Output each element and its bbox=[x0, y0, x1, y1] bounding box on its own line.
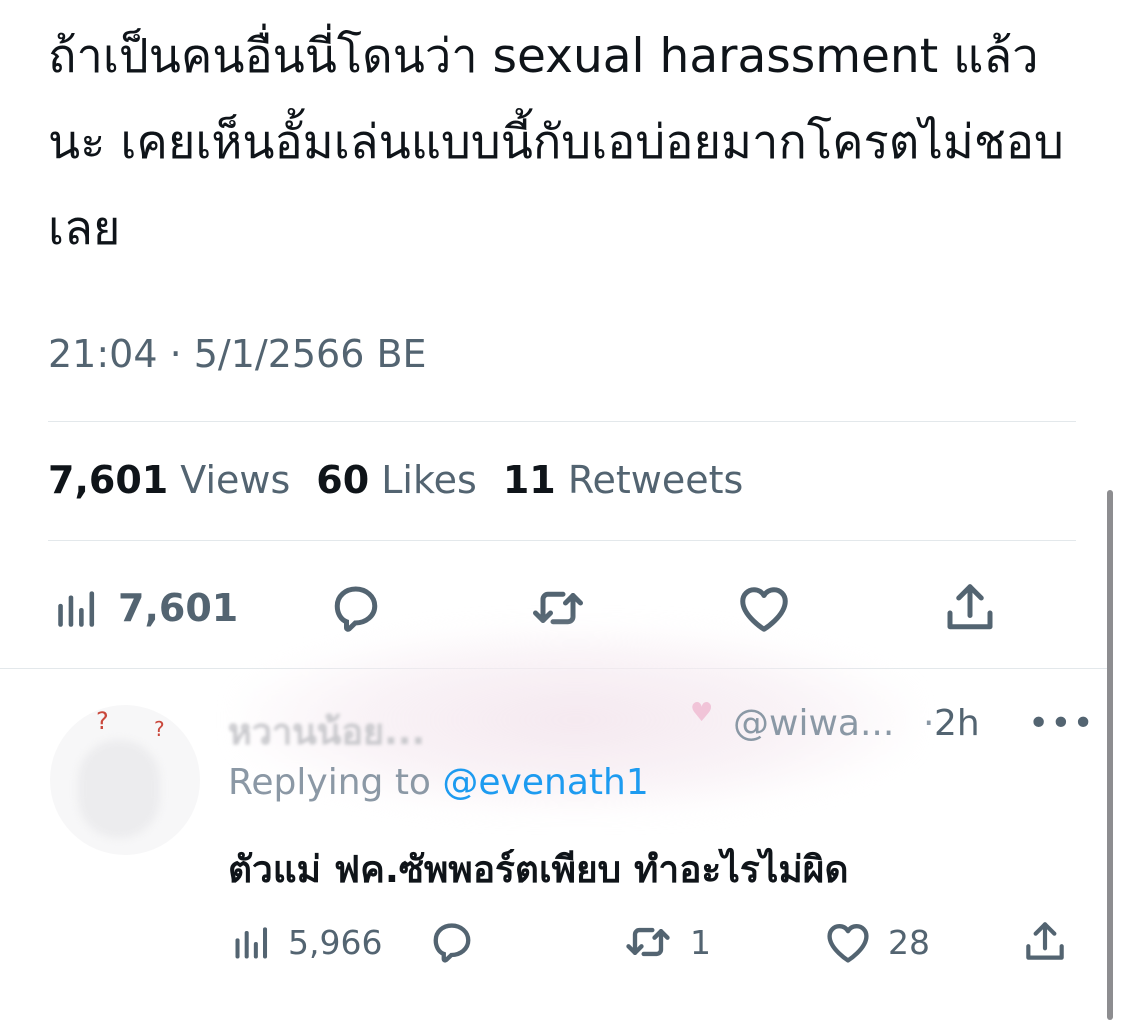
share-icon bbox=[1020, 917, 1070, 967]
reply-views-button[interactable]: 5,966 bbox=[230, 912, 382, 972]
tweet-action-bar: 7,601 bbox=[48, 570, 1048, 646]
reply-text: ตัวแม่ ฟค.ซัพพอร์ตเพียบ ทำอะไรไม่ผิด bbox=[228, 848, 849, 891]
reply-share-button[interactable] bbox=[1020, 912, 1070, 972]
share-button[interactable] bbox=[940, 570, 1000, 646]
views-button[interactable]: 7,601 bbox=[52, 570, 238, 646]
tweet-stats: 7,601 Views 60 Likes 11 Retweets bbox=[48, 458, 743, 502]
reply-like-count: 28 bbox=[888, 922, 930, 962]
views-icon bbox=[230, 920, 274, 964]
divider bbox=[48, 421, 1076, 422]
reply-header: หวานน้อย... @wiwa... · 2h ••• bbox=[228, 703, 1094, 753]
replying-to-label: Replying to bbox=[228, 762, 443, 803]
retweets-stat-count: 11 bbox=[502, 458, 556, 502]
reply-action-bar: 5,966 1 28 bbox=[228, 912, 1078, 972]
views-icon bbox=[52, 583, 102, 633]
reply-time[interactable]: 2h bbox=[934, 703, 980, 744]
scrollbar[interactable] bbox=[1107, 490, 1113, 1020]
like-icon bbox=[822, 916, 874, 968]
likes-stat-label: Likes bbox=[381, 458, 477, 502]
divider bbox=[0, 668, 1110, 669]
views-stat-count: 7,601 bbox=[48, 458, 169, 502]
reply-retweet-button[interactable]: 1 bbox=[620, 912, 711, 972]
reply-icon bbox=[326, 578, 386, 638]
retweets-stat-label: Retweets bbox=[567, 458, 744, 502]
reply-icon bbox=[426, 916, 478, 968]
views-stat[interactable]: 7,601 Views bbox=[48, 458, 290, 502]
replying-to: Replying to @evenath1 bbox=[228, 762, 649, 803]
retweet-button[interactable] bbox=[526, 570, 590, 646]
likes-stat[interactable]: 60 Likes bbox=[316, 458, 477, 502]
reply-reply-button[interactable] bbox=[426, 912, 478, 972]
reply-button[interactable] bbox=[326, 570, 386, 646]
divider bbox=[48, 540, 1076, 541]
views-stat-label: Views bbox=[180, 458, 291, 502]
tweet-text: ถ้าเป็นคนอื่นนี่โดนว่า sexual harassment… bbox=[48, 29, 1064, 256]
header-separator: · bbox=[923, 703, 935, 744]
retweet-icon bbox=[526, 578, 590, 638]
like-icon bbox=[734, 578, 794, 638]
question-mark-icon: ? bbox=[96, 707, 109, 735]
retweet-icon bbox=[620, 916, 676, 968]
reply-handle[interactable]: @wiwa... bbox=[733, 703, 894, 744]
views-count: 7,601 bbox=[118, 586, 239, 630]
more-icon[interactable]: ••• bbox=[1028, 703, 1095, 744]
reply-display-name[interactable]: หวานน้อย... bbox=[228, 703, 425, 760]
question-mark-icon: ? bbox=[154, 717, 165, 741]
reply-avatar[interactable]: ? ? bbox=[50, 705, 200, 855]
reply-retweet-count: 1 bbox=[690, 922, 711, 962]
avatar-figure bbox=[78, 740, 160, 838]
like-button[interactable] bbox=[734, 570, 794, 646]
heart-emoji-icon: ♥ bbox=[690, 698, 714, 728]
share-icon bbox=[940, 578, 1000, 638]
reply-like-button[interactable]: 28 bbox=[822, 912, 930, 972]
likes-stat-count: 60 bbox=[316, 458, 370, 502]
retweets-stat[interactable]: 11 Retweets bbox=[503, 458, 744, 502]
replying-to-mention[interactable]: @evenath1 bbox=[442, 762, 648, 803]
tweet-timestamp[interactable]: 21:04 · 5/1/2566 BE bbox=[48, 332, 427, 376]
reply-views-count: 5,966 bbox=[288, 922, 383, 962]
